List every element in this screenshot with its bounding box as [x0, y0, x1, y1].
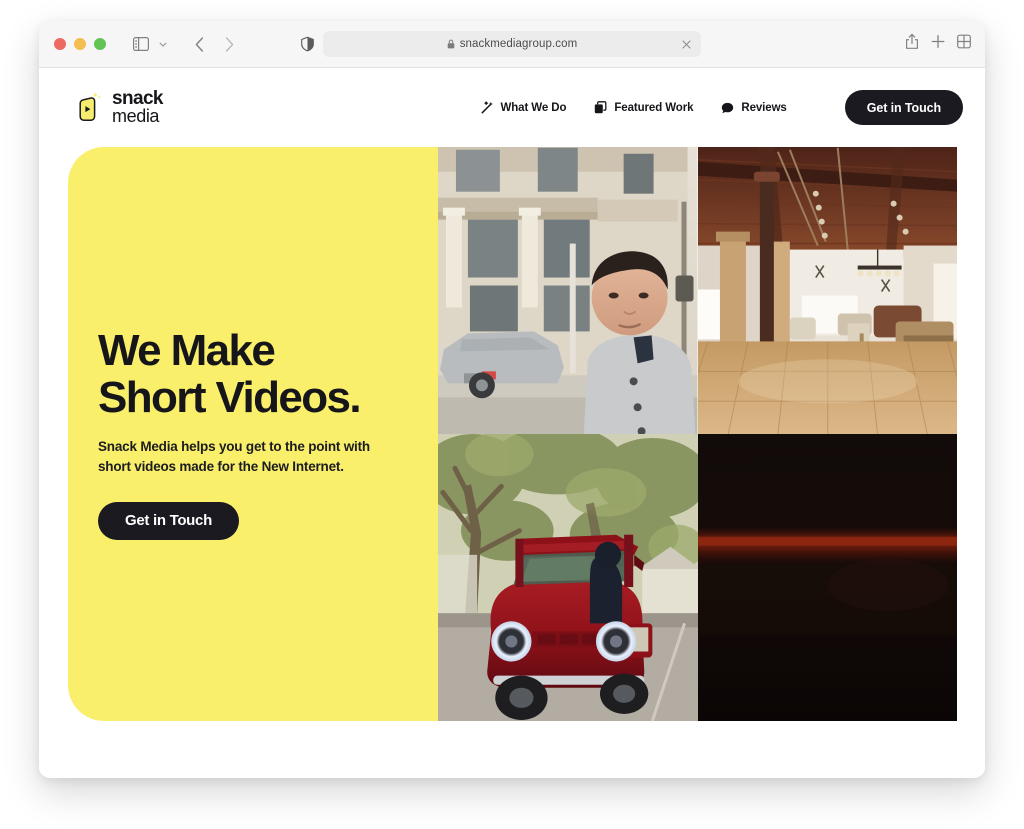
browser-window: snackmediagroup.com snack media What We …: [39, 21, 985, 778]
toolbar-left-group: [128, 32, 242, 56]
toolbar-right-group: [905, 33, 971, 55]
new-tab-icon[interactable]: [931, 35, 945, 54]
hero-section: We Make Short Videos. Snack Media helps …: [68, 147, 957, 721]
privacy-shield-icon[interactable]: [301, 36, 314, 52]
nav-item-what-we-do[interactable]: What We Do: [481, 101, 567, 114]
web-page: snack media What We Do Featured Work Rev…: [39, 68, 985, 778]
chevron-down-icon[interactable]: [156, 32, 170, 56]
hero-subtitle-emphasis: New Internet.: [261, 458, 344, 474]
tile-man-outside-building: [438, 147, 698, 434]
snack-bag-play-icon: [78, 92, 105, 122]
hero-text-panel: We Make Short Videos. Snack Media helps …: [68, 147, 438, 721]
nav-label: What We Do: [500, 101, 567, 114]
window-controls: [54, 38, 106, 50]
main-navigation: What We Do Featured Work Reviews Get in …: [481, 90, 963, 125]
nav-item-featured-work[interactable]: Featured Work: [594, 101, 693, 114]
close-icon[interactable]: [679, 37, 693, 51]
zoom-window-button[interactable]: [94, 38, 106, 50]
nav-label: Featured Work: [614, 101, 694, 114]
share-icon[interactable]: [905, 33, 919, 55]
page-title: We Make Short Videos.: [98, 328, 438, 421]
browser-toolbar: snackmediagroup.com: [39, 21, 985, 68]
tile-loft-interior: [697, 147, 957, 434]
forward-arrow-icon[interactable]: [216, 32, 242, 56]
address-bar[interactable]: snackmediagroup.com: [323, 31, 701, 57]
sidebar-toggle-icon[interactable]: [128, 32, 154, 56]
magic-wand-icon: [481, 101, 494, 114]
header-get-in-touch-button[interactable]: Get in Touch: [844, 90, 963, 125]
nav-label: Reviews: [741, 101, 787, 114]
hero-title-line-1: We Make: [98, 326, 276, 376]
tile-red-electric-cart: [438, 434, 698, 721]
logo-secondary-text: media: [112, 105, 160, 126]
copy-layers-icon: [594, 101, 607, 114]
hero-image-grid: [438, 147, 957, 721]
minimize-window-button[interactable]: [74, 38, 86, 50]
tab-overview-icon[interactable]: [957, 34, 971, 54]
site-logo[interactable]: snack media: [78, 89, 163, 126]
speech-bubble-icon: [721, 102, 734, 114]
back-arrow-icon[interactable]: [186, 32, 212, 56]
hero-get-in-touch-button[interactable]: Get in Touch: [98, 501, 239, 540]
site-header: snack media What We Do Featured Work Rev…: [39, 68, 985, 147]
nav-item-reviews[interactable]: Reviews: [721, 101, 787, 114]
url-text: snackmediagroup.com: [459, 38, 578, 50]
close-window-button[interactable]: [54, 38, 66, 50]
tile-dark-red-glow: [697, 434, 957, 721]
hero-subtitle: Snack Media helps you get to the point w…: [98, 437, 400, 475]
hero-title-line-2: Short Videos.: [98, 372, 362, 422]
logo-wordmark: snack media: [112, 89, 163, 126]
lock-icon: [447, 39, 455, 49]
